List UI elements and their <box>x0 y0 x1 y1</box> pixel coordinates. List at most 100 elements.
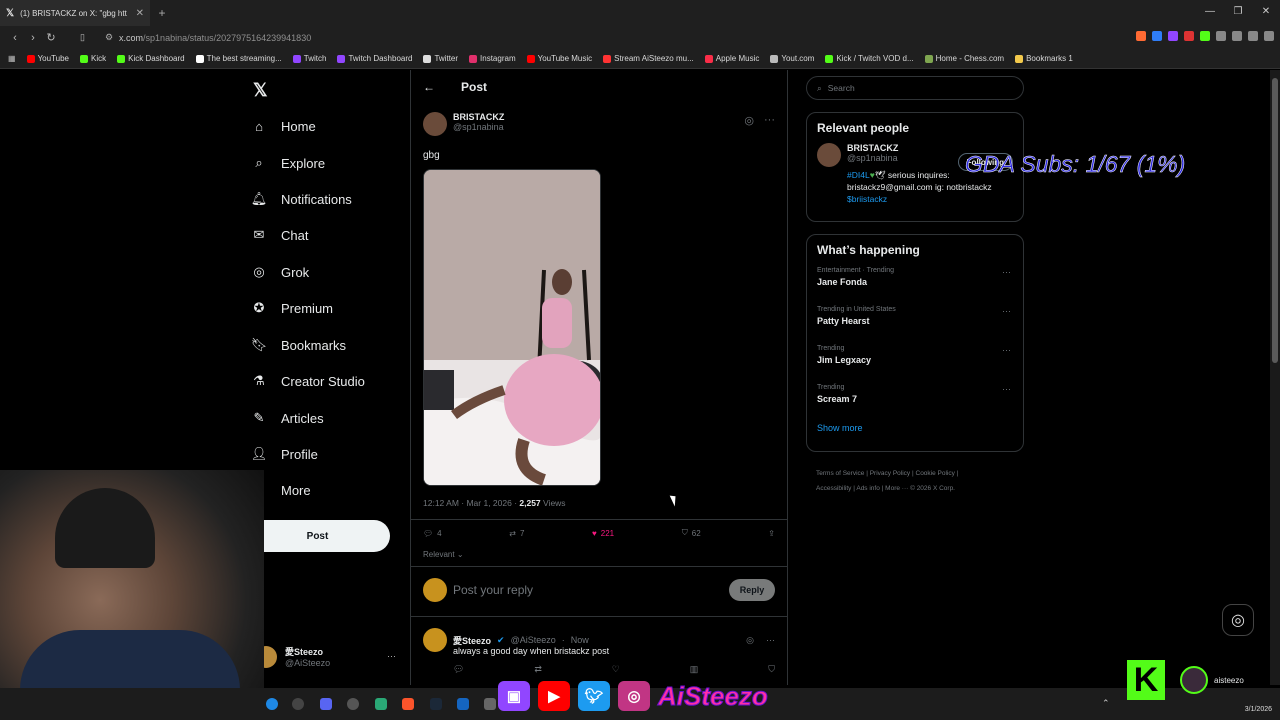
more-dots-icon[interactable]: ··· <box>1002 306 1011 316</box>
nav-creator-studio[interactable]: ⚗ Creator Studio <box>251 373 365 389</box>
nav-chat[interactable]: ✉ Chat <box>251 227 309 243</box>
more-dots-icon[interactable]: ··· <box>1002 267 1011 277</box>
bookmark-item[interactable]: Home - Chess.com <box>924 54 1004 63</box>
reply-time[interactable]: Now <box>571 635 589 645</box>
url-field[interactable]: ▯ ⚙ x.com/sp1nabina/status/2027975164239… <box>80 32 640 43</box>
bookmark-icon[interactable]: ⛉ <box>768 664 775 675</box>
tray-chevron-icon[interactable]: ⌃ <box>1102 698 1114 710</box>
repost-button[interactable]: ⇄ 7 <box>509 528 524 538</box>
bookmark-item[interactable]: Twitch <box>292 54 326 63</box>
extension-icon[interactable] <box>1136 31 1146 41</box>
more-dots-icon[interactable]: ··· <box>766 635 775 645</box>
grok-icon[interactable]: ◎ <box>744 114 754 127</box>
extension-icon[interactable] <box>1232 31 1242 41</box>
extension-icon[interactable] <box>1168 31 1178 41</box>
nav-notifications[interactable]: 🔔︎ Notifications <box>251 191 352 207</box>
footer-link[interactable]: Cookie Policy <box>916 470 955 477</box>
nav-profile[interactable]: 👤︎ Profile <box>251 446 318 462</box>
avatar[interactable] <box>423 112 447 136</box>
avatar[interactable] <box>817 143 841 167</box>
app-icon[interactable] <box>292 698 304 710</box>
bookmark-item[interactable]: Twitch Dashboard <box>337 54 412 63</box>
account-switcher[interactable]: 愛Steezo @AiSteezo ··· <box>255 645 396 668</box>
reload-icon[interactable]: ↻ <box>42 31 60 44</box>
trend-item[interactable]: Trending in United States Patty Hearst ·… <box>817 304 1013 343</box>
grok-icon[interactable]: ◎ <box>746 635 754 646</box>
extension-icon[interactable] <box>1152 31 1162 41</box>
back-icon[interactable]: ‹ <box>6 32 24 44</box>
footer-link[interactable]: Privacy Policy <box>870 470 910 477</box>
bookmark-item[interactable]: Kick Dashboard <box>117 54 185 63</box>
show-more-link[interactable]: Show more <box>817 423 1013 433</box>
apps-grid-icon[interactable]: ▦ <box>8 54 16 63</box>
cashtag-link[interactable]: $briistackz <box>847 194 887 204</box>
browser-tab[interactable]: 𝕏 (1) BRISTACKZ on X: "gbg htt ✕ <box>0 0 150 26</box>
bookmark-item[interactable]: Yout.com <box>770 54 814 63</box>
reply-button[interactable]: 💬︎ 4 <box>423 528 442 538</box>
bookmark-item[interactable]: Instagram <box>469 54 516 63</box>
more-dots-icon[interactable]: ··· <box>1002 345 1011 355</box>
close-tab-icon[interactable]: ✕ <box>136 8 144 19</box>
minimize-icon[interactable]: — <box>1196 0 1224 26</box>
share-button[interactable]: ⇪ <box>768 528 775 538</box>
sort-dropdown[interactable]: Relevant ⌄ <box>423 550 464 559</box>
bookmark-item[interactable]: The best streaming... <box>195 54 282 63</box>
app-icon[interactable] <box>347 698 359 710</box>
post-author[interactable]: BRISTACKZ @sp1nabina <box>423 112 504 136</box>
repost-icon[interactable]: ⇄ <box>534 664 542 675</box>
scrollbar[interactable] <box>1270 70 1280 685</box>
bookmark-item[interactable]: Kick <box>80 54 106 63</box>
bookmark-page-icon[interactable]: ▯ <box>80 32 85 43</box>
bookmark-item[interactable]: Stream AiSteezo mu... <box>603 54 694 63</box>
trend-item[interactable]: Trending Jim Legxacy ··· <box>817 343 1013 382</box>
bookmark-item[interactable]: Bookmarks 1 <box>1015 54 1073 63</box>
person-handle[interactable]: @sp1nabina <box>847 153 898 163</box>
reply-author-name[interactable]: 愛Steezo <box>453 634 491 647</box>
footer-link[interactable]: Ads info <box>856 485 880 492</box>
reply-submit-button[interactable]: Reply <box>729 579 775 601</box>
author-handle[interactable]: @sp1nabina <box>453 122 504 132</box>
bookmark-item[interactable]: Kick / Twitch VOD d... <box>825 54 914 63</box>
trend-item[interactable]: Trending Scream 7 ··· <box>817 382 1013 421</box>
post-media[interactable] <box>423 169 601 486</box>
trend-item[interactable]: Entertainment · Trending Jane Fonda ··· <box>817 265 1013 304</box>
menu-icon[interactable] <box>1264 31 1274 41</box>
person-name[interactable]: BRISTACKZ <box>847 143 898 153</box>
nav-home[interactable]: ⌂ Home <box>251 118 316 134</box>
discord-icon[interactable] <box>320 698 332 710</box>
analytics-icon[interactable]: ▥ <box>690 664 699 675</box>
footer-link[interactable]: Terms of Service <box>816 470 864 477</box>
nav-explore[interactable]: ⌕ Explore <box>251 155 325 171</box>
close-window-icon[interactable]: ✕ <box>1252 0 1280 26</box>
back-arrow-icon[interactable]: ← <box>423 80 435 94</box>
app-icon[interactable] <box>484 698 496 710</box>
edge-icon[interactable] <box>266 698 278 710</box>
steam-icon[interactable] <box>430 698 442 710</box>
more-dots-icon[interactable]: ··· <box>387 651 396 661</box>
nav-grok[interactable]: ◎ Grok <box>251 264 309 280</box>
more-dots-icon[interactable]: ··· <box>1002 384 1011 394</box>
like-button[interactable]: ♥ 221 <box>592 528 614 538</box>
post-button[interactable]: Post <box>245 520 390 552</box>
reply-icon[interactable]: 💬︎ <box>453 664 464 675</box>
extension-icon[interactable] <box>1184 31 1194 41</box>
extension-icon[interactable] <box>1248 31 1258 41</box>
footer-link[interactable]: Accessibility <box>816 485 851 492</box>
x-logo-icon[interactable]: 𝕏 <box>253 80 268 101</box>
scrollbar-thumb[interactable] <box>1272 78 1278 363</box>
author-name[interactable]: BRISTACKZ <box>453 112 504 122</box>
search-input[interactable]: ⌕ Search <box>806 76 1024 100</box>
site-info-icon[interactable]: ⚙ <box>105 32 113 43</box>
extension-icon[interactable] <box>1216 31 1226 41</box>
post-time[interactable]: 12:12 AM · Mar 1, 2026 · <box>423 498 519 508</box>
reply-input[interactable]: Post your reply <box>453 583 723 597</box>
new-tab-button[interactable]: + <box>150 6 174 20</box>
nav-premium[interactable]: ✪ Premium <box>251 300 333 316</box>
avatar[interactable] <box>423 628 447 652</box>
heart-icon[interactable]: ♡ <box>612 664 620 675</box>
maximize-icon[interactable]: ❐ <box>1224 0 1252 26</box>
bookmark-item[interactable]: YouTube Music <box>526 54 592 63</box>
bookmark-button[interactable]: ⛉ 62 <box>682 528 701 538</box>
footer-link[interactable]: More ··· <box>885 485 908 492</box>
nav-bookmarks[interactable]: 🔖︎ Bookmarks <box>251 337 346 353</box>
